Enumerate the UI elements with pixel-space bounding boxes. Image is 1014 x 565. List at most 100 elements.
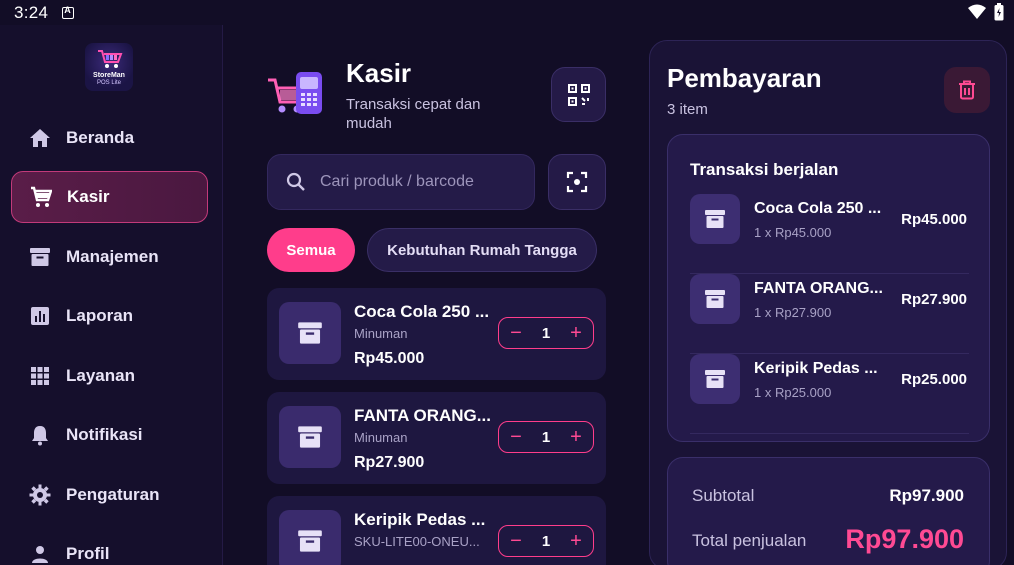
gear-icon [28,483,52,507]
product-card[interactable]: Keripik Pedas ... SKU-LITE00-ONEU... − 1… [267,496,606,565]
kasir-pos-illustration [266,68,328,120]
archive-icon [298,530,322,552]
archive-icon [705,290,725,308]
product-name: Keripik Pedas ... [354,510,486,529]
payment-title: Pembayaran [667,63,822,93]
product-card[interactable]: FANTA ORANG... Minuman Rp27.900 − 1 + [267,392,606,484]
product-name: Coca Cola 250 ... [354,302,490,321]
category-chip-semua[interactable]: Semua [267,228,355,272]
sidebar-item-beranda[interactable]: Beranda [11,112,208,164]
product-card[interactable]: Coca Cola 250 ... Minuman Rp45.000 − 1 + [267,288,606,380]
total-value: Rp97.900 [845,524,964,554]
sidebar-item-label: Layanan [66,366,135,385]
trash-icon [959,80,975,100]
subtotal-value: Rp97.900 [889,486,964,505]
product-category: Minuman [354,326,408,341]
home-icon [28,126,52,150]
quantity-value: 1 [541,324,551,342]
logo-text-pos-lite: POS Lite [96,80,121,86]
page-title: Kasir [346,58,412,88]
sidebar-item-profil[interactable]: Profil [11,528,208,565]
transaction-thumbnail [690,194,740,244]
clear-cart-button[interactable] [944,67,990,113]
sidebar-item-label: Manajemen [66,247,159,266]
status-time: 3:24 [14,2,49,22]
decrement-button[interactable]: − [507,427,525,447]
sidebar-item-notifikasi[interactable]: Notifikasi [11,409,208,461]
quantity-stepper: − 1 + [498,317,594,349]
transaction-item-name: Keripik Pedas ... [754,360,878,377]
transaction-item-total: Rp27.900 [901,291,967,308]
sidebar-item-label: Beranda [66,128,135,147]
sidebar-item-layanan[interactable]: Layanan [11,350,208,402]
product-thumbnail [279,302,341,364]
product-thumbnail [279,406,341,468]
archive-icon [28,245,52,269]
battery-icon [994,3,1004,21]
increment-button[interactable]: + [567,323,585,343]
app-logo: StoreMan POS Lite [85,43,133,91]
transaction-item-total: Rp25.000 [901,371,967,388]
archive-icon [298,322,322,344]
decrement-button[interactable]: − [507,323,525,343]
sidebar-item-label: Kasir [67,187,110,206]
transaction-item-qty-price: 1 x Rp45.000 [754,225,832,240]
sidebar-item-label: Profil [66,544,110,563]
page-subtitle: Transaksi cepat dan mudah [346,96,481,132]
cart-icon [29,185,53,209]
wifi-icon [968,4,986,19]
transaction-item[interactable]: Coca Cola 250 ... 1 x Rp45.000 Rp45.000 [690,194,969,274]
person-icon [28,542,52,565]
quantity-value: 1 [541,532,551,550]
logo-cart-icon [98,50,123,68]
transaction-item-name: Coca Cola 250 ... [754,200,882,217]
sidebar-item-label: Notifikasi [66,425,143,444]
transaction-item-qty-price: 1 x Rp25.000 [754,385,832,400]
sidebar-item-pengaturan[interactable]: Pengaturan [11,469,208,521]
archive-icon [298,426,322,448]
sidebar-item-manajemen[interactable]: Manajemen [11,231,208,283]
bar-chart-icon [28,304,52,328]
payment-item-count: 3 item [667,101,708,118]
status-bar: 3:24 [0,0,1014,25]
transaction-item-name: FANTA ORANG... [754,280,883,297]
product-name: FANTA ORANG... [354,406,491,425]
archive-icon [705,210,725,228]
transaction-thumbnail [690,274,740,324]
product-category: Minuman [354,430,408,445]
bell-icon [28,423,52,447]
qr-scan-button[interactable] [551,67,606,122]
search-input[interactable] [320,173,520,191]
status-icons [968,3,1004,21]
scan-frame-icon [566,171,588,193]
quantity-value: 1 [541,428,551,446]
apps-grid-icon [28,364,52,388]
search-bar [267,154,535,210]
transaction-thumbnail [690,354,740,404]
search-icon [286,172,305,191]
transaction-item[interactable]: FANTA ORANG... 1 x Rp27.900 Rp27.900 [690,274,969,354]
transaction-item-total: Rp45.000 [901,211,967,228]
sidebar-item-laporan[interactable]: Laporan [11,290,208,342]
sidebar-item-kasir[interactable]: Kasir [11,171,208,223]
product-price: Rp27.900 [354,454,425,471]
sidebar-item-label: Pengaturan [66,485,160,504]
notification-a-icon [62,5,75,19]
category-chip-kebutuhan-rumah-tangga[interactable]: Kebutuhan Rumah Tangga [367,228,597,272]
transaction-item-qty-price: 1 x Rp27.900 [754,305,832,320]
product-category: SKU-LITE00-ONEU... [354,534,480,549]
total-label: Total penjualan [692,531,807,550]
increment-button[interactable]: + [567,427,585,447]
quantity-stepper: − 1 + [498,525,594,557]
decrement-button[interactable]: − [507,531,525,551]
sidebar: StoreMan POS Lite Beranda Kasir Manajeme… [0,25,223,565]
archive-icon [705,370,725,388]
increment-button[interactable]: + [567,531,585,551]
quantity-stepper: − 1 + [498,421,594,453]
transaction-item[interactable]: Keripik Pedas ... 1 x Rp25.000 Rp25.000 [690,354,969,434]
barcode-scan-button[interactable] [548,154,606,210]
subtotal-label: Subtotal [692,486,755,505]
product-thumbnail [279,510,341,565]
running-transaction-title: Transaksi berjalan [690,160,839,179]
qr-code-icon [567,83,590,106]
